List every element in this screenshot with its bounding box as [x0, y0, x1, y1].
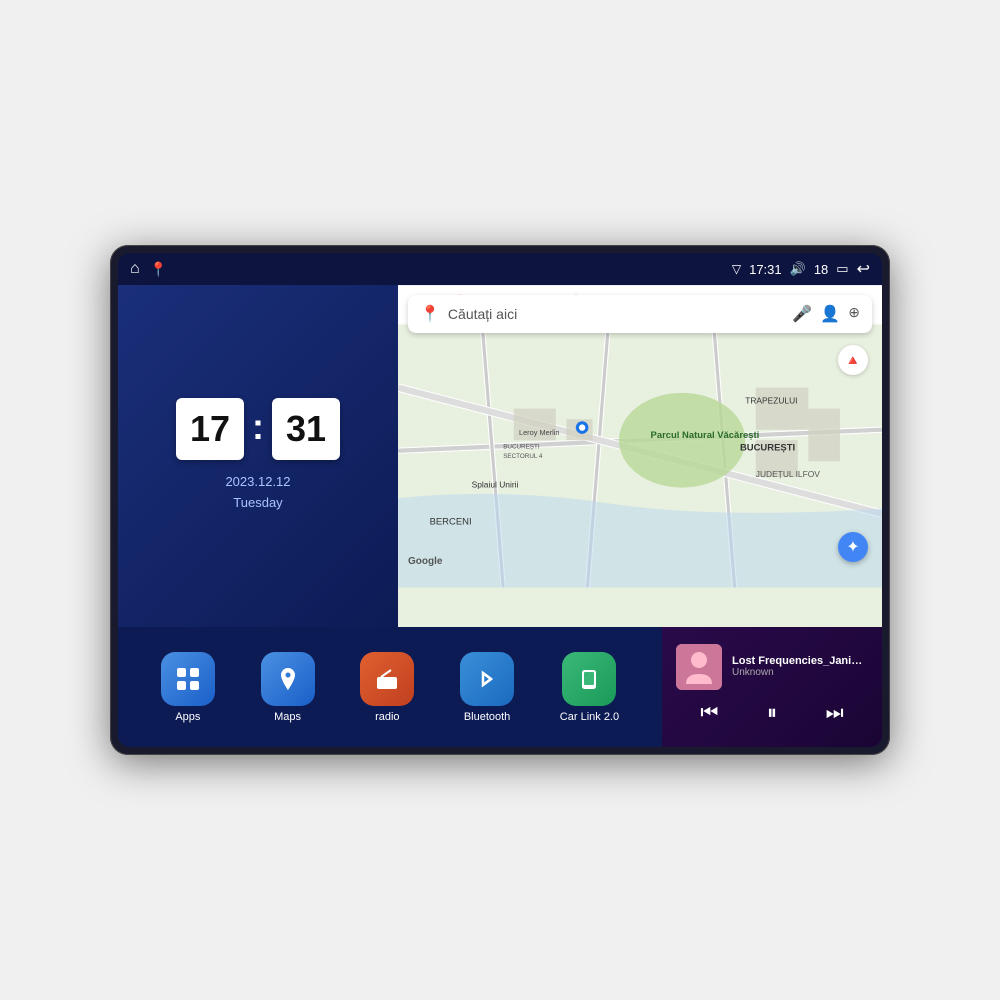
apps-icon — [161, 652, 215, 706]
app-icon-carlink[interactable]: Car Link 2.0 — [560, 652, 619, 723]
screen: ⌂ 📍 ▽ 17:31 🔊 18 ▭ ↩ 17 : 31 — [118, 253, 882, 747]
bluetooth-icon — [460, 652, 514, 706]
battery-icon: ▭ — [836, 261, 848, 277]
clock-display: 17 : 31 — [176, 398, 340, 460]
music-title: Lost Frequencies_Janieck Devy-... — [732, 655, 868, 667]
svg-text:SECTORUL 4: SECTORUL 4 — [503, 453, 543, 460]
svg-text:Leroy Merlin: Leroy Merlin — [519, 428, 560, 437]
radio-icon — [360, 652, 414, 706]
clock-colon: : — [252, 406, 264, 448]
google-maps-pin-icon: 📍 — [420, 304, 440, 324]
account-icon[interactable]: 👤 — [820, 304, 840, 324]
app-icon-maps[interactable]: Maps — [261, 652, 315, 723]
status-right: ▽ 17:31 🔊 18 ▭ ↩ — [732, 259, 870, 279]
clock-date: 2023.12.12 Tuesday — [225, 472, 290, 514]
bottom-section: Apps Maps — [118, 627, 882, 747]
svg-text:BERCENI: BERCENI — [430, 516, 472, 527]
music-play-pause-button[interactable]: ⏸ — [759, 700, 785, 727]
status-time: 17:31 — [749, 262, 782, 277]
status-bar: ⌂ 📍 ▽ 17:31 🔊 18 ▭ ↩ — [118, 253, 882, 285]
app-icon-radio[interactable]: radio — [360, 652, 414, 723]
map-location-button[interactable]: ✦ — [838, 532, 868, 562]
maps-label: Maps — [274, 711, 301, 723]
music-info: Lost Frequencies_Janieck Devy-... Unknow… — [732, 655, 868, 678]
app-icons-panel: Apps Maps — [118, 627, 662, 747]
map-background: Parcul Natural Văcărești TRAPEZULUI BUCU… — [398, 285, 882, 627]
clock-date-line2: Tuesday — [225, 493, 290, 514]
clock-hours: 17 — [176, 398, 244, 460]
clock-panel: 17 : 31 2023.12.12 Tuesday — [118, 285, 398, 627]
layers-icon[interactable]: ⊕ — [848, 304, 860, 324]
clock-minutes: 31 — [272, 398, 340, 460]
home-icon[interactable]: ⌂ — [130, 260, 140, 278]
music-next-button[interactable]: ⏭ — [818, 700, 852, 727]
carlink-icon — [562, 652, 616, 706]
map-search-text[interactable]: Căutați aici — [448, 306, 785, 322]
volume-icon: 🔊 — [790, 261, 806, 277]
radio-label: radio — [375, 711, 399, 723]
music-prev-button[interactable]: ⏮ — [692, 700, 726, 727]
music-album-art — [676, 644, 722, 690]
google-logo: Google — [408, 556, 442, 567]
map-search-bar[interactable]: 📍 Căutați aici 🎤 👤 ⊕ — [408, 295, 872, 333]
map-panel[interactable]: Parcul Natural Văcărești TRAPEZULUI BUCU… — [398, 285, 882, 627]
maps-status-icon[interactable]: 📍 — [150, 261, 167, 278]
svg-text:JUDEȚUL ILFOV: JUDEȚUL ILFOV — [756, 469, 821, 479]
mic-icon[interactable]: 🎤 — [792, 304, 812, 324]
signal-icon: ▽ — [732, 262, 741, 276]
maps-icon — [261, 652, 315, 706]
music-controls: ⏮ ⏸ ⏭ — [676, 696, 868, 731]
main-content: 17 : 31 2023.12.12 Tuesday — [118, 285, 882, 747]
music-artist: Unknown — [732, 667, 868, 678]
svg-text:Splaiul Unirii: Splaiul Unirii — [472, 480, 519, 490]
svg-text:BUCUREȘTI: BUCUREȘTI — [740, 443, 795, 454]
music-top: Lost Frequencies_Janieck Devy-... Unknow… — [676, 644, 868, 690]
svg-text:Parcul Natural Văcărești: Parcul Natural Văcărești — [651, 430, 760, 441]
map-compass[interactable]: 🔺 — [838, 345, 868, 375]
app-icon-apps[interactable]: Apps — [161, 652, 215, 723]
device-shell: ⌂ 📍 ▽ 17:31 🔊 18 ▭ ↩ 17 : 31 — [110, 245, 890, 755]
carlink-label: Car Link 2.0 — [560, 711, 619, 723]
svg-text:TRAPEZULUI: TRAPEZULUI — [745, 395, 797, 405]
status-left: ⌂ 📍 — [130, 260, 167, 278]
clock-date-line1: 2023.12.12 — [225, 472, 290, 493]
map-search-icons: 🎤 👤 ⊕ — [792, 304, 860, 324]
volume-level: 18 — [814, 262, 828, 277]
back-icon[interactable]: ↩ — [857, 259, 870, 279]
svg-text:BUCUREȘTI: BUCUREȘTI — [503, 444, 540, 451]
music-panel: Lost Frequencies_Janieck Devy-... Unknow… — [662, 627, 882, 747]
top-section: 17 : 31 2023.12.12 Tuesday — [118, 285, 882, 627]
apps-label: Apps — [175, 711, 200, 723]
bluetooth-label: Bluetooth — [464, 711, 510, 723]
app-icon-bluetooth[interactable]: Bluetooth — [460, 652, 514, 723]
